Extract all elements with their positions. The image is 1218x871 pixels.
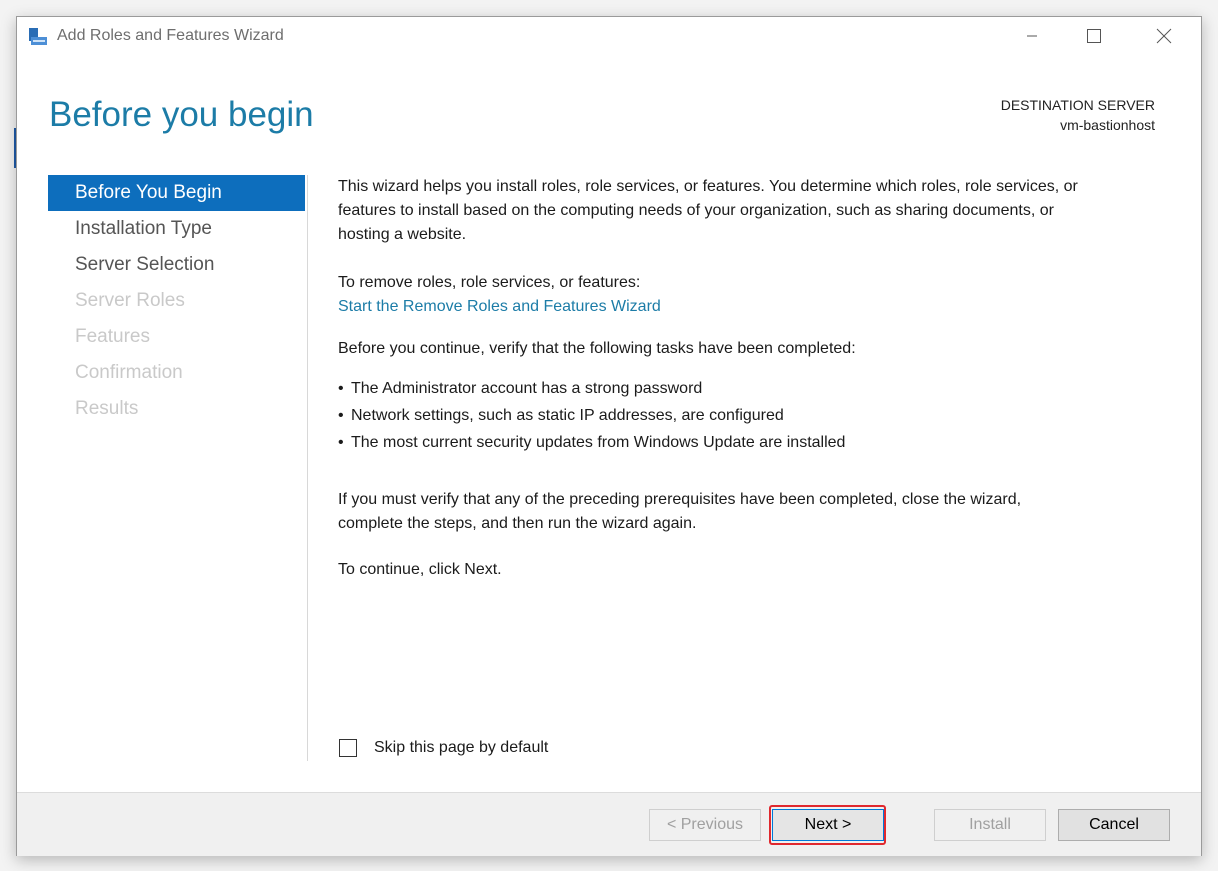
maximize-icon bbox=[1087, 29, 1101, 43]
page-title: Before you begin bbox=[49, 95, 314, 134]
list-item-text: Network settings, such as static IP addr… bbox=[351, 407, 784, 424]
window-title: Add Roles and Features Wizard bbox=[57, 27, 284, 44]
intro-line: hosting a website. bbox=[338, 226, 467, 243]
cancel-button[interactable]: Cancel bbox=[1058, 809, 1170, 841]
nav-item-results: Results bbox=[75, 398, 139, 419]
close-icon bbox=[1156, 28, 1172, 44]
next-button[interactable]: Next > bbox=[772, 809, 884, 841]
nav-item-server-roles: Server Roles bbox=[75, 290, 185, 311]
close-button[interactable] bbox=[1141, 17, 1187, 55]
nav-divider bbox=[307, 175, 308, 761]
intro-line: This wizard helps you install roles, rol… bbox=[338, 178, 1078, 195]
prereq-line: complete the steps, and then run the wiz… bbox=[338, 515, 697, 532]
destination-server-info: DESTINATION SERVER vm-bastionhost bbox=[1001, 95, 1155, 135]
nav-item-server-selection[interactable]: Server Selection bbox=[48, 247, 305, 283]
prereq-paragraph: If you must verify that any of the prece… bbox=[338, 488, 1158, 536]
nav-item-confirmation: Confirmation bbox=[75, 362, 183, 383]
list-item: • Network settings, such as static IP add… bbox=[338, 402, 845, 429]
minimize-button[interactable] bbox=[1009, 17, 1055, 55]
list-item-text: The Administrator account has a strong p… bbox=[351, 380, 703, 397]
remove-label: To remove roles, role services, or featu… bbox=[338, 274, 641, 291]
nav-item-features: Features bbox=[75, 326, 150, 347]
footer-bar: < Previous Next > Install Cancel bbox=[17, 792, 1201, 856]
nav-item-before-you-begin[interactable]: Before You Begin bbox=[48, 175, 305, 211]
verify-label: Before you continue, verify that the fol… bbox=[338, 340, 856, 357]
install-button: Install bbox=[934, 809, 1046, 841]
destination-label: DESTINATION SERVER bbox=[1000, 97, 1155, 113]
bullet-icon: • bbox=[338, 380, 344, 397]
skip-page-label[interactable]: Skip this page by default bbox=[374, 739, 548, 757]
server-manager-icon bbox=[27, 26, 49, 48]
list-item-text: The most current security updates from W… bbox=[351, 434, 846, 451]
intro-line: features to install based on the computi… bbox=[338, 202, 1054, 219]
list-item: • The most current security updates from … bbox=[338, 429, 845, 456]
remove-wizard-link[interactable]: Start the Remove Roles and Features Wiza… bbox=[338, 295, 661, 319]
destination-server-name: vm-bastionhost bbox=[1060, 117, 1155, 133]
wizard-window: Add Roles and Features Wizard Before you… bbox=[16, 16, 1202, 856]
skip-page-option[interactable]: Skip this page by default bbox=[339, 739, 548, 757]
continue-text: To continue, click Next. bbox=[338, 561, 502, 578]
maximize-button[interactable] bbox=[1071, 17, 1117, 55]
list-item: • The Administrator account has a strong … bbox=[338, 375, 845, 402]
skip-page-checkbox[interactable] bbox=[339, 739, 357, 757]
previous-button: < Previous bbox=[649, 809, 761, 841]
bullet-icon: • bbox=[338, 434, 344, 451]
minimize-icon bbox=[1027, 35, 1037, 37]
wizard-steps-nav: Before You Begin Installation Type Serve… bbox=[48, 175, 305, 427]
nav-item-installation-type[interactable]: Installation Type bbox=[48, 211, 305, 247]
prereq-line: If you must verify that any of the prece… bbox=[338, 491, 1022, 508]
title-bar[interactable]: Add Roles and Features Wizard bbox=[17, 17, 1201, 55]
intro-paragraph: This wizard helps you install roles, rol… bbox=[338, 175, 1158, 247]
bullet-icon: • bbox=[338, 407, 344, 424]
prerequisite-list: • The Administrator account has a strong … bbox=[338, 375, 845, 456]
